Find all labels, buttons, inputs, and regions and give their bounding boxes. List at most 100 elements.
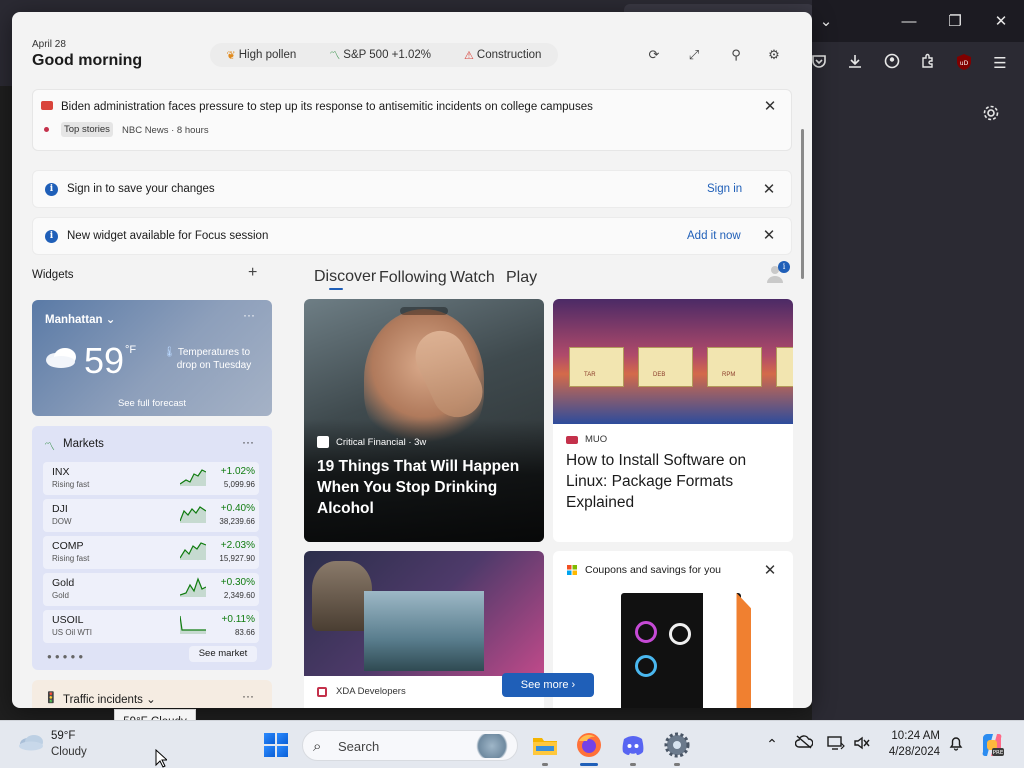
thermometer-icon: 🌡 [163,347,176,358]
pollen-icon: ❦ [226,49,236,62]
news-meta: NBC News · 8 hours [122,125,209,136]
download-icon[interactable] [844,53,866,75]
market-row[interactable]: INX Rising fast +1.02% 5,099.96 [43,462,259,495]
market-row[interactable]: COMP Rising fast +2.03% 15,927.90 [43,536,259,569]
taskbar-condition[interactable]: Cloudy [51,746,87,758]
settings-gear-icon[interactable] [982,104,1004,126]
network-icon[interactable] [827,735,845,753]
chevron-up-icon[interactable]: ⌃ [763,735,781,753]
close-icon[interactable]: ✕ [761,228,777,244]
minimize-icon[interactable]: — [897,10,921,34]
info-badge-icon: i [778,261,790,273]
close-icon[interactable]: ✕ [762,563,778,579]
taskbar-temp[interactable]: 59°F [51,730,75,742]
menu-icon[interactable]: ☰ [989,53,1011,75]
copilot-icon[interactable]: PRE [979,732,1005,758]
carousel-dots[interactable] [400,307,448,315]
search-placeholder: Search [338,739,380,754]
chip-pollen[interactable]: ❦ High pollen [227,49,297,62]
extensions-icon[interactable] [917,53,939,75]
news-headline[interactable]: Biden administration faces pressure to s… [61,101,593,113]
windows-start-icon[interactable] [264,733,288,757]
market-row[interactable]: Gold Gold +0.30% 2,349.60 [43,573,259,606]
microsoft-logo-icon [567,565,577,575]
article-title[interactable]: How to Install Software on Linux: Packag… [566,450,781,513]
article-card-hero[interactable]: Critical Financial · 3w 19 Things That W… [304,299,544,542]
ublock-icon[interactable]: uD [953,53,975,75]
fan-ring [635,621,657,643]
article-card-muo[interactable]: TAR DEB RPM MUO How to Install Software … [553,299,793,542]
more-options-icon[interactable]: ··· [243,308,255,322]
account-icon[interactable] [881,53,903,75]
clock-time[interactable]: 10:24 AM [886,730,940,742]
market-symbol: DJI [52,503,68,515]
scrollbar[interactable] [801,129,804,279]
market-price: 2,349.60 [223,591,255,600]
chip-label: Construction [476,49,542,61]
chip-sp500[interactable]: 〽 S&P 500 +1.02% [329,47,431,63]
package-box: RPM [707,347,762,387]
article-title[interactable]: 19 Things That Will Happen When You Stop… [317,456,532,519]
market-row[interactable]: USOIL US Oil WTI +0.11% 83.66 [43,610,259,643]
notification-bell-icon[interactable] [947,735,965,753]
clock-date[interactable]: 4/28/2024 [880,746,940,758]
market-price: 5,099.96 [223,480,255,489]
close-icon[interactable]: ✕ [762,99,778,115]
file-explorer-icon[interactable] [531,731,559,759]
traffic-widget[interactable]: 🚦 Traffic incidents ⌄ ··· [32,680,272,708]
add-widget-icon[interactable]: + [248,264,257,282]
package-box: TAR [569,347,624,387]
pin-icon[interactable]: ⚲ [726,45,746,65]
weather-note[interactable]: Temperatures to drop on Tuesday [176,346,252,372]
tab-play[interactable]: Play [506,269,537,287]
weather-unit: °F [125,344,137,356]
chevron-down-icon[interactable]: ⌄ [814,10,838,34]
sparkline-chart [180,615,206,634]
market-row[interactable]: DJI DOW +0.40% 38,239.66 [43,499,259,532]
see-more-button[interactable]: See more › [502,673,594,697]
package-box [776,347,793,387]
market-symbol: COMP [52,540,84,552]
more-options-icon[interactable]: ··· [242,435,254,449]
weather-city[interactable]: Manhattan ⌄ [45,312,115,326]
source-logo-icon [317,687,327,697]
article-source: MUO [585,434,608,445]
market-symbol: USOIL [52,614,84,626]
sign-in-link[interactable]: Sign in [707,183,742,195]
fan-ring [669,623,691,645]
panel-date: April 28 [32,39,66,50]
weather-widget[interactable]: Manhattan ⌄ ··· 59 °F 🌡 Temperatures to … [32,300,272,416]
forecast-link[interactable]: See full forecast [32,398,272,409]
sparkline-chart [180,542,206,560]
mouse-cursor-icon [155,749,167,768]
tab-following[interactable]: Following [379,269,447,287]
more-options-icon[interactable]: ··· [242,689,254,703]
chip-construction[interactable]: ⚠ Construction [464,49,541,62]
restore-icon[interactable]: ❐ [943,10,967,34]
close-icon[interactable]: ✕ [761,182,777,198]
see-market-button[interactable]: See market [189,646,257,662]
volume-muted-icon[interactable] [853,735,871,753]
cloud-offline-icon[interactable] [794,735,814,753]
focus-widget-bar: i New widget available for Focus session… [32,217,792,255]
add-it-now-link[interactable]: Add it now [687,230,741,242]
sparkline-chart [180,506,206,523]
pagination-dots[interactable]: ●●●●● [47,652,86,661]
firefox-icon[interactable] [575,731,603,759]
close-window-icon[interactable]: ✕ [989,10,1013,34]
tab-underline [329,288,343,290]
refresh-icon[interactable]: ⟳ [644,45,664,65]
tab-watch[interactable]: Watch [450,269,495,287]
settings-app-icon[interactable] [663,731,691,759]
news-card[interactable]: Biden administration faces pressure to s… [32,89,792,151]
discord-icon[interactable] [619,731,647,759]
source-logo-icon [317,436,329,448]
expand-icon[interactable]: ⤢ [684,45,704,65]
settings-icon[interactable]: ⚙ [764,45,784,65]
markets-icon: 〽 [44,441,55,453]
tab-discover[interactable]: Discover [314,268,376,286]
taskbar-search[interactable]: ⌕ Search [302,730,518,761]
market-change: +1.02% [220,466,255,477]
market-price: 83.66 [234,628,255,637]
cloud-icon[interactable] [18,733,44,751]
